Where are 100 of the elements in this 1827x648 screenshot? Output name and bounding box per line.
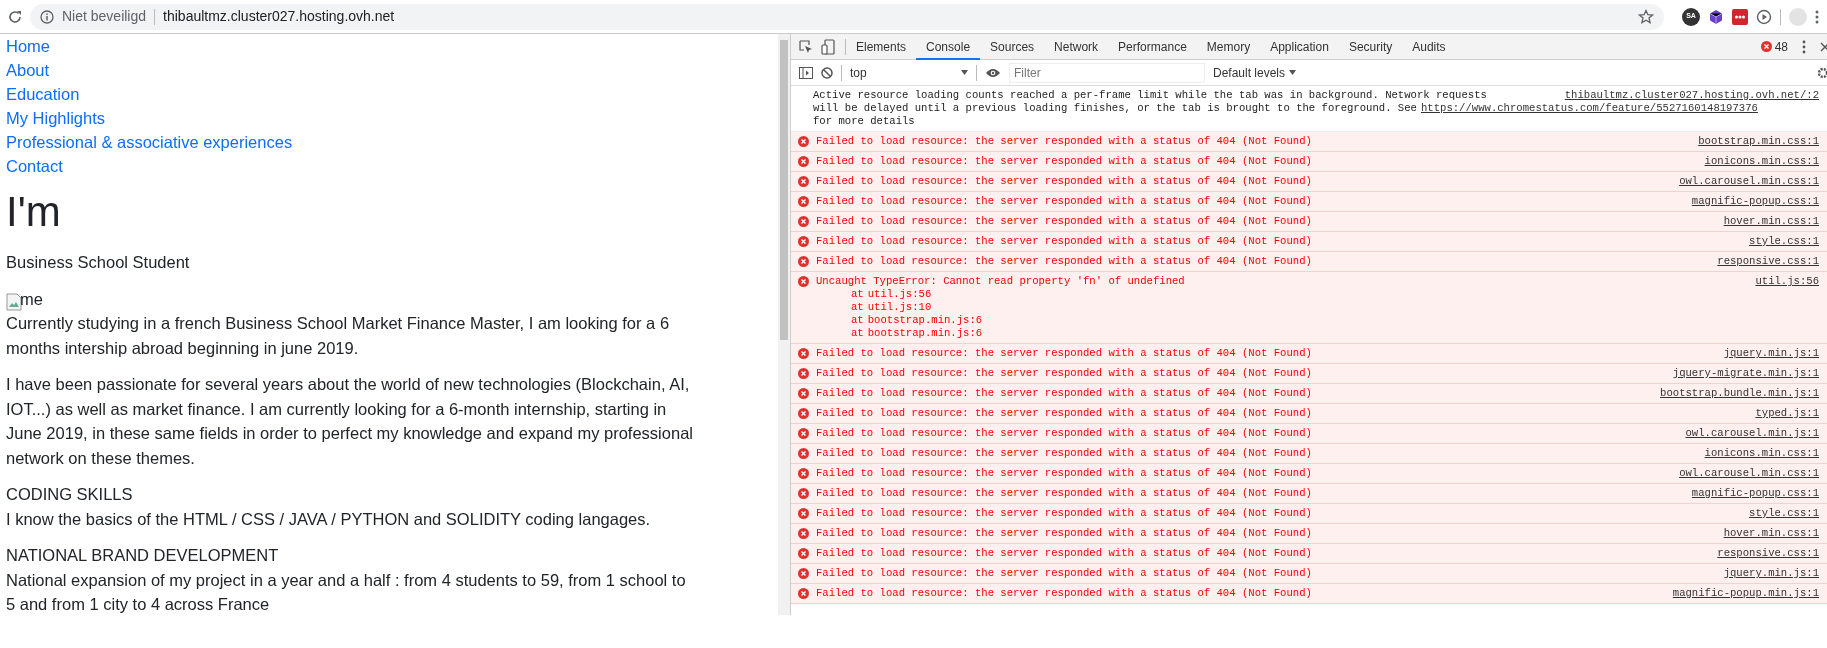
- source-link[interactable]: owl.carousel.min.js:1: [1685, 427, 1819, 440]
- section-title: NATIONAL BRAND DEVELOPMENT: [6, 545, 280, 566]
- source-link[interactable]: owl.carousel.min.css:1: [1679, 175, 1819, 188]
- source-link[interactable]: responsive.css:1: [1717, 255, 1819, 268]
- device-icon[interactable]: [821, 38, 835, 55]
- error-message: Failed to load resource: the server responded with a status of 404 (Not Found): [816, 155, 1312, 168]
- console-message: will be delayed until a previous loading finishes, or the tab is brought to the foreground. See: [813, 102, 1417, 115]
- nav-link[interactable]: My Highlights: [6, 106, 772, 130]
- nav-link[interactable]: Education: [6, 82, 772, 106]
- source-link[interactable]: style.css:1: [1749, 235, 1819, 248]
- dots-extension-icon[interactable]: [1732, 8, 1748, 25]
- source-link[interactable]: responsive.css:1: [1717, 547, 1819, 560]
- devtools-tab[interactable]: Performance: [1108, 33, 1197, 60]
- source-link[interactable]: owl.carousel.min.css:1: [1679, 467, 1819, 480]
- play-circle-icon[interactable]: [1756, 8, 1772, 25]
- devtools-tab[interactable]: Audits: [1402, 33, 1456, 60]
- error-count[interactable]: 48: [1774, 37, 1788, 56]
- source-link[interactable]: magnific-popup.min.js:1: [1672, 587, 1819, 600]
- error-icon: [798, 428, 809, 439]
- paragraph: I have been passionate for several years about the world of new technologies (Blockchain, AI, IOT...) as well as market finance. I am currently looking for a 6-month internship, starting in June 2019, in these same fields in order to perfect my knowledge and expand my professional network on these themes.: [6, 374, 694, 469]
- source-link[interactable]: bootstrap.bundle.min.js:1: [1660, 387, 1819, 400]
- section-title: CODING SKILLS: [6, 484, 134, 505]
- error-icon: [798, 256, 809, 267]
- devtools-tab[interactable]: Application: [1260, 33, 1339, 60]
- error-icon: [798, 236, 809, 247]
- error-message: Failed to load resource: the server responded with a status of 404 (Not Found): [816, 427, 1312, 440]
- url-text[interactable]: thibaultmz.cluster027.hosting.ovh.net: [163, 6, 1630, 27]
- source-link[interactable]: magnific-popup.css:1: [1691, 487, 1819, 500]
- security-label[interactable]: Niet beveiligd: [62, 6, 147, 27]
- source-link[interactable]: hover.min.css:1: [1723, 527, 1819, 540]
- devtools-tab[interactable]: Security: [1338, 33, 1403, 60]
- error-message: Failed to load resource: the server responded with a status of 404 (Not Found): [816, 447, 1312, 460]
- source-link[interactable]: jquery.min.js:1: [1723, 347, 1819, 360]
- error-message: Failed to load resource: the server responded with a status of 404 (Not Found): [816, 527, 1312, 540]
- scrollbar[interactable]: [778, 34, 790, 615]
- close-icon[interactable]: [1820, 41, 1827, 52]
- nav-link[interactable]: Professional & associative experiences: [6, 130, 772, 154]
- stack-text: at: [851, 288, 864, 301]
- source-link[interactable]: util.js:56: [1755, 275, 1819, 288]
- source-link[interactable]: magnific-popup.css:1: [1691, 195, 1819, 208]
- stack-link[interactable]: bootstrap.min.js:6: [867, 327, 983, 340]
- error-message: Failed to load resource: the server responded with a status of 404 (Not Found): [816, 587, 1312, 600]
- broken-image-icon: [6, 293, 22, 311]
- paragraph: National expansion of my project in a year and a half : from 4 students to 59, from 1 school to 5 and from 1 city to 4 across France: [6, 569, 687, 615]
- devtools-tab[interactable]: Elements: [846, 33, 917, 60]
- source-link[interactable]: ionicons.min.css:1: [1704, 447, 1819, 460]
- nav-link[interactable]: About: [6, 58, 772, 82]
- stack-link[interactable]: bootstrap.min.js:6: [867, 314, 983, 327]
- console-message: Active resource loading counts reached a per-frame limit while the tab was in background. Network requests: [813, 89, 1487, 102]
- devtools-tab[interactable]: Network: [1044, 33, 1109, 60]
- page-heading: I'm: [6, 188, 62, 236]
- error-icon: [1760, 41, 1772, 52]
- inspect-icon[interactable]: [799, 39, 813, 54]
- error-icon: [798, 488, 809, 499]
- page-subtitle: Business School Student: [6, 252, 191, 273]
- error-message: Failed to load resource: the server responded with a status of 404 (Not Found): [816, 507, 1312, 520]
- menu-icon[interactable]: [1815, 9, 1819, 24]
- error-message: Failed to load resource: the server responded with a status of 404 (Not Found): [816, 255, 1312, 268]
- error-message: Failed to load resource: the server responded with a status of 404 (Not Found): [816, 567, 1312, 580]
- sidebar-toggle-icon[interactable]: [799, 66, 813, 79]
- devtools-tab[interactable]: Sources: [980, 33, 1045, 60]
- error-message: Failed to load resource: the server responded with a status of 404 (Not Found): [816, 175, 1312, 188]
- error-message: Failed to load resource: the server responded with a status of 404 (Not Found): [816, 387, 1312, 400]
- source-link[interactable]: thibaultmz.cluster027.hosting.ovh.net/:2: [1564, 89, 1819, 102]
- source-link[interactable]: hover.min.css:1: [1723, 215, 1819, 228]
- context-dropdown[interactable]: top: [850, 63, 968, 82]
- source-link[interactable]: typed.js:1: [1755, 407, 1819, 420]
- reload-icon[interactable]: [8, 9, 22, 24]
- console-message: for more details: [813, 115, 916, 128]
- error-message: Failed to load resource: the server responded with a status of 404 (Not Found): [816, 407, 1312, 420]
- levels-dropdown[interactable]: Default levels: [1213, 63, 1297, 82]
- error-icon: [798, 448, 809, 459]
- paragraph: Currently studying in a french Business School Market Finance Master, I am looking for a 6 months intership abroad beginning in june 2019.: [6, 313, 671, 359]
- source-link[interactable]: ionicons.min.css:1: [1704, 155, 1819, 168]
- source-link[interactable]: bootstrap.min.css:1: [1698, 135, 1819, 148]
- error-message: Failed to load resource: the server responded with a status of 404 (Not Found): [816, 195, 1312, 208]
- source-link[interactable]: jquery-migrate.min.js:1: [1672, 367, 1819, 380]
- error-icon: [798, 368, 809, 379]
- stack-link[interactable]: util.js:10: [867, 301, 932, 314]
- source-link[interactable]: jquery.min.js:1: [1723, 567, 1819, 580]
- stack-text: at: [851, 327, 864, 340]
- error-icon: [798, 548, 809, 559]
- clear-icon[interactable]: [821, 66, 833, 79]
- stack-link[interactable]: util.js:56: [867, 288, 932, 301]
- filter-field[interactable]: Filter: [1009, 62, 1205, 83]
- cube-icon[interactable]: [1708, 8, 1724, 25]
- error-icon: [798, 136, 809, 147]
- nav-link[interactable]: Home: [6, 34, 772, 58]
- devtools-tab[interactable]: Memory: [1196, 33, 1261, 60]
- nav-link[interactable]: Contact: [6, 154, 772, 178]
- url-link[interactable]: https://www.chromestatus.com/feature/5527160148197376: [1420, 102, 1758, 115]
- error-message: Failed to load resource: the server responded with a status of 404 (Not Found): [816, 467, 1312, 480]
- star-icon[interactable]: [1638, 8, 1654, 25]
- source-link[interactable]: style.css:1: [1749, 507, 1819, 520]
- error-message: Failed to load resource: the server responded with a status of 404 (Not Found): [816, 547, 1312, 560]
- eye-icon[interactable]: [985, 67, 1001, 78]
- error-icon: [798, 176, 809, 187]
- menu-icon[interactable]: [1802, 39, 1806, 54]
- info-icon: [40, 9, 54, 24]
- caret-icon: [961, 70, 968, 75]
